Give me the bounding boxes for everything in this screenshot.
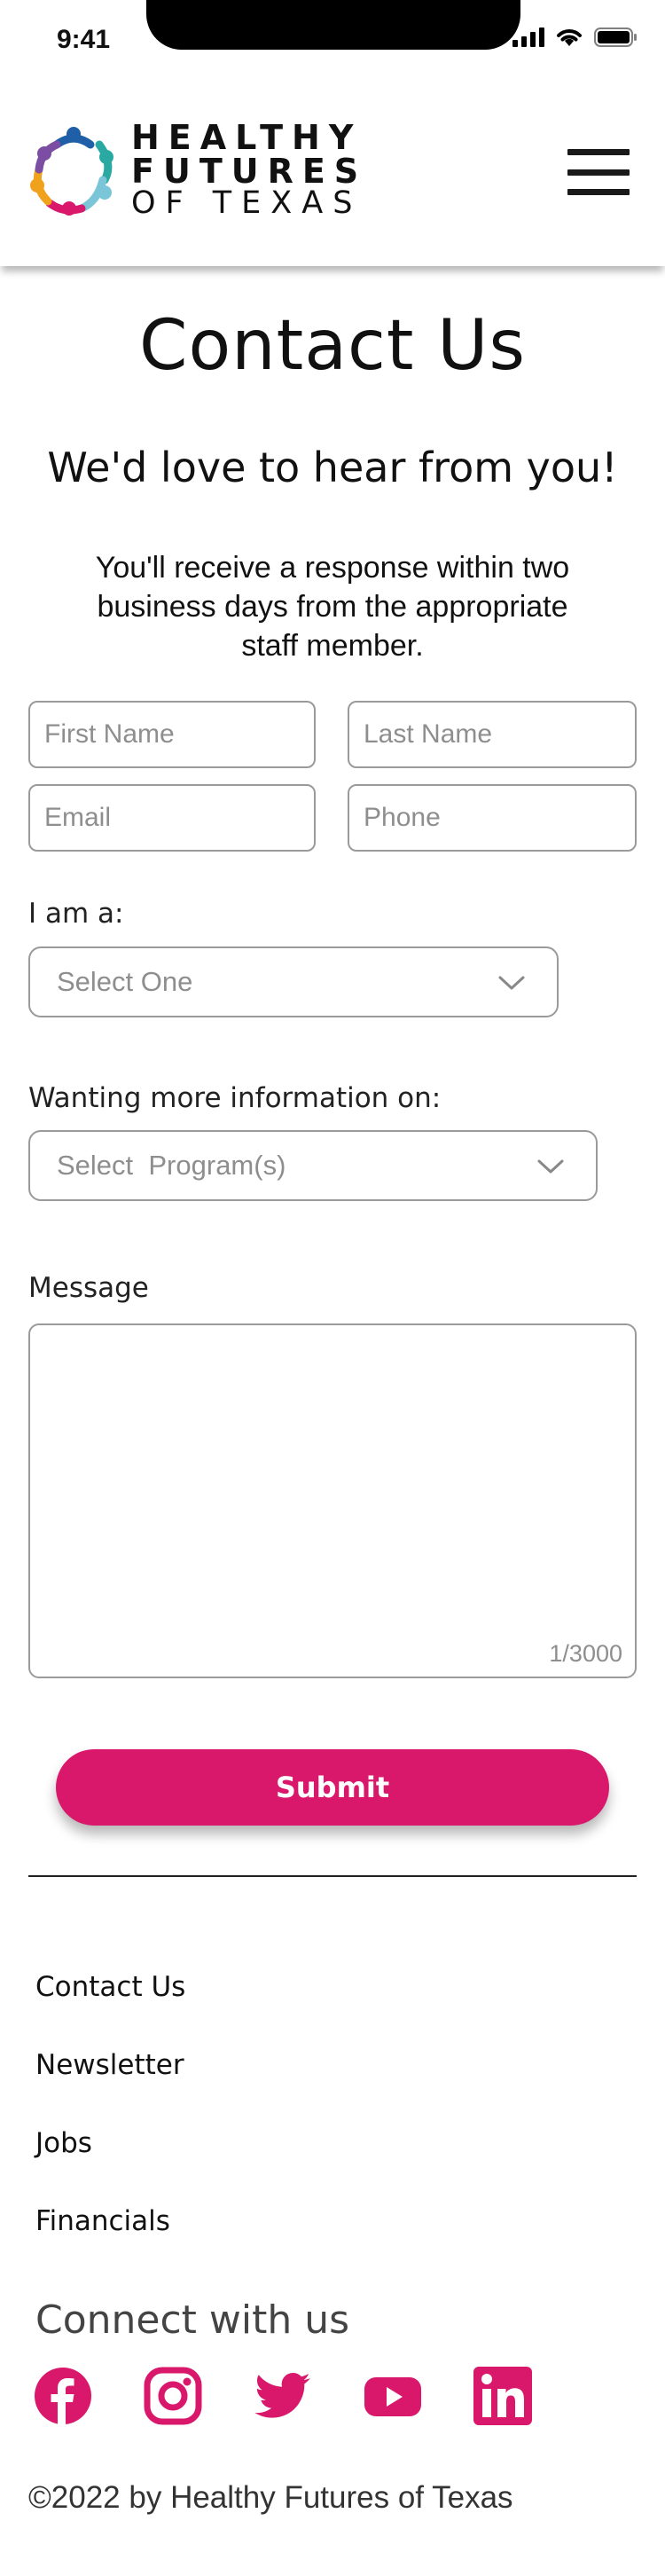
- logo-line-3: OF TEXAS: [131, 185, 363, 221]
- info-label: Wanting more information on:: [28, 1082, 442, 1114]
- phone-input[interactable]: [349, 786, 635, 850]
- footer-link-newsletter[interactable]: Newsletter: [35, 2047, 185, 2125]
- message-char-counter: 1/3000: [549, 1640, 622, 1667]
- logo-line-1: HEALTHY: [131, 118, 363, 157]
- role-label: I am a:: [28, 898, 124, 930]
- message-box: 1/3000: [28, 1323, 637, 1678]
- footer-divider: [28, 1875, 637, 1877]
- page-subtitle: We'd love to hear from you!: [47, 444, 618, 491]
- site-header: HEALTHY FUTURES OF TEXAS: [0, 80, 665, 266]
- logo-line-2: FUTURES: [131, 152, 368, 191]
- email-input[interactable]: [30, 786, 314, 850]
- battery-icon: [594, 27, 637, 47]
- program-select-value: Select Program(s): [57, 1150, 286, 1181]
- status-time: 9:41: [57, 25, 111, 54]
- page-title: Contact Us: [139, 306, 526, 386]
- email-field-box: [28, 784, 316, 852]
- youtube-icon[interactable]: [364, 2367, 422, 2425]
- device-notch: [146, 0, 520, 50]
- connect-heading: Connect with us: [35, 2297, 350, 2343]
- chevron-down-icon: [537, 1159, 564, 1174]
- last-name-input[interactable]: [349, 703, 635, 766]
- message-label: Message: [28, 1272, 149, 1304]
- footer-link-financials[interactable]: Financials: [35, 2203, 185, 2281]
- site-logo[interactable]: HEALTHY FUTURES OF TEXAS: [25, 121, 367, 219]
- first-name-field-box: [28, 701, 316, 768]
- wifi-icon: [557, 29, 582, 46]
- footer-nav: Contact Us Newsletter Jobs Financials: [35, 1969, 185, 2281]
- logo-wordmark: HEALTHY FUTURES OF TEXAS: [131, 121, 367, 219]
- status-icons: [512, 27, 638, 48]
- footer-link-contact-us[interactable]: Contact Us: [35, 1969, 185, 2047]
- facebook-icon[interactable]: [34, 2367, 92, 2425]
- menu-icon[interactable]: [567, 149, 630, 195]
- copyright-text: ©2022 by Healthy Futures of Texas: [28, 2480, 513, 2515]
- social-links: [34, 2367, 532, 2425]
- submit-button[interactable]: Submit: [56, 1749, 609, 1826]
- role-select-value: Select One: [57, 966, 193, 997]
- message-textarea[interactable]: [30, 1325, 635, 1677]
- menu-bar: [567, 169, 630, 176]
- last-name-field-box: [348, 701, 637, 768]
- instagram-icon[interactable]: [144, 2367, 202, 2425]
- menu-bar: [567, 149, 630, 155]
- program-select[interactable]: Select Program(s): [28, 1130, 598, 1201]
- chevron-down-icon: [498, 976, 525, 990]
- first-name-input[interactable]: [30, 703, 314, 766]
- intro-text: You'll receive a response within two bus…: [95, 551, 570, 663]
- status-bar: 9:41: [0, 0, 665, 80]
- cellular-signal-icon: [512, 27, 544, 47]
- role-select[interactable]: Select One: [28, 946, 559, 1017]
- footer-link-jobs[interactable]: Jobs: [35, 2125, 185, 2203]
- menu-bar: [567, 189, 630, 195]
- linkedin-icon[interactable]: [473, 2367, 532, 2425]
- phone-field-box: [348, 784, 637, 852]
- logo-mark-icon: [30, 126, 113, 216]
- twitter-icon[interactable]: [254, 2367, 312, 2425]
